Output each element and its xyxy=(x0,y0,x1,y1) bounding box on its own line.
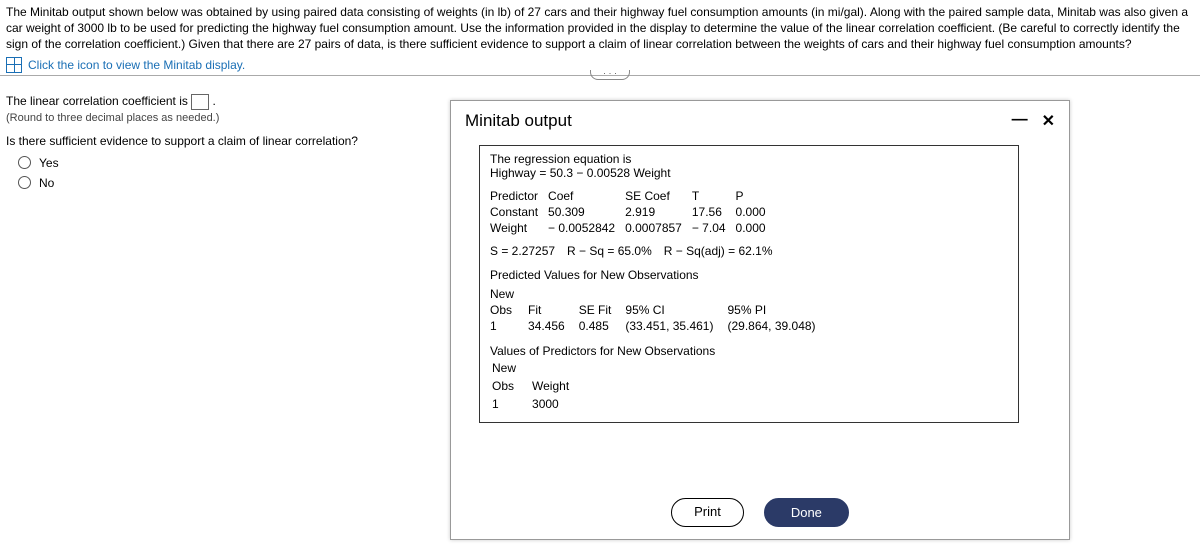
table-icon xyxy=(6,57,22,73)
td: 50.309 xyxy=(548,204,625,220)
th-95pi: 95% PI xyxy=(727,302,829,318)
correlation-coefficient-input[interactable] xyxy=(191,94,209,110)
td: 17.56 xyxy=(692,204,736,220)
th-coef: Coef xyxy=(548,188,625,204)
problem-statement: The Minitab output shown below was obtai… xyxy=(6,4,1194,53)
sufficient-evidence-question: Is there sufficient evidence to support … xyxy=(6,134,394,148)
td: 34.456 xyxy=(528,318,579,334)
td: (33.451, 35.461) xyxy=(625,318,727,334)
print-button[interactable]: Print xyxy=(671,498,744,527)
th-secoef: SE Coef xyxy=(625,188,692,204)
td: 3000 xyxy=(532,396,583,412)
th-95ci: 95% CI xyxy=(625,302,727,318)
td: 1 xyxy=(490,318,528,334)
td: 0.000 xyxy=(736,204,776,220)
predicted-values-title: Predicted Values for New Observations xyxy=(490,268,1008,282)
th-p: P xyxy=(736,188,776,204)
td: Constant xyxy=(490,204,548,220)
option-yes-label: Yes xyxy=(39,156,59,170)
td: − 0.0052842 xyxy=(548,220,625,236)
td: 0.000 xyxy=(736,220,776,236)
th-fit: Fit xyxy=(528,302,579,318)
done-button[interactable]: Done xyxy=(764,498,849,527)
th-obs: Obs xyxy=(490,302,528,318)
option-yes[interactable]: Yes xyxy=(18,156,394,170)
modal-title: Minitab output xyxy=(465,111,572,131)
coefficients-table: Predictor Coef SE Coef T P Constant 50.3… xyxy=(490,188,776,236)
td: 0.0007857 xyxy=(625,220,692,236)
option-no-label: No xyxy=(39,176,54,190)
coef-label-post: . xyxy=(213,94,216,108)
radio-icon xyxy=(18,176,31,189)
coef-prompt: The linear correlation coefficient is . xyxy=(6,94,394,110)
new-obs-table: New Obs Fit SE Fit 95% CI 95% PI 1 34.45… xyxy=(490,286,830,334)
td: − 7.04 xyxy=(692,220,736,236)
ellipsis-tab[interactable]: · · · xyxy=(590,70,630,80)
th-sefit: SE Fit xyxy=(579,302,626,318)
td: (29.864, 39.048) xyxy=(727,318,829,334)
predictor-values-table: New Obs Weight 1 3000 xyxy=(490,358,585,414)
td: 1 xyxy=(492,396,530,412)
model-summary-line: S = 2.27257 R − Sq = 65.0% R − Sq(adj) =… xyxy=(490,244,1008,258)
td: Weight xyxy=(490,220,548,236)
view-display-text: Click the icon to view the Minitab displ… xyxy=(28,58,245,72)
th-weight: Weight xyxy=(532,378,583,394)
th-new: New xyxy=(490,286,528,302)
regression-equation: Highway = 50.3 − 0.00528 Weight xyxy=(490,166,1008,180)
th-obs: Obs xyxy=(492,378,530,394)
minitab-output-modal: Minitab output — ✕ The regression equati… xyxy=(450,100,1070,540)
predictor-values-title: Values of Predictors for New Observation… xyxy=(490,344,1008,358)
regression-eq-label: The regression equation is xyxy=(490,152,1008,166)
th-t: T xyxy=(692,188,736,204)
minitab-body: The regression equation is Highway = 50.… xyxy=(479,145,1019,423)
option-no[interactable]: No xyxy=(18,176,394,190)
th-predictor: Predictor xyxy=(490,188,548,204)
td: 2.919 xyxy=(625,204,692,220)
close-icon[interactable]: ✕ xyxy=(1042,111,1055,131)
td: 0.485 xyxy=(579,318,626,334)
rounding-instruction: (Round to three decimal places as needed… xyxy=(6,112,394,124)
th-new: New xyxy=(492,360,530,376)
radio-icon xyxy=(18,156,31,169)
coef-label-pre: The linear correlation coefficient is xyxy=(6,94,191,108)
minimize-icon[interactable]: — xyxy=(1012,111,1028,131)
